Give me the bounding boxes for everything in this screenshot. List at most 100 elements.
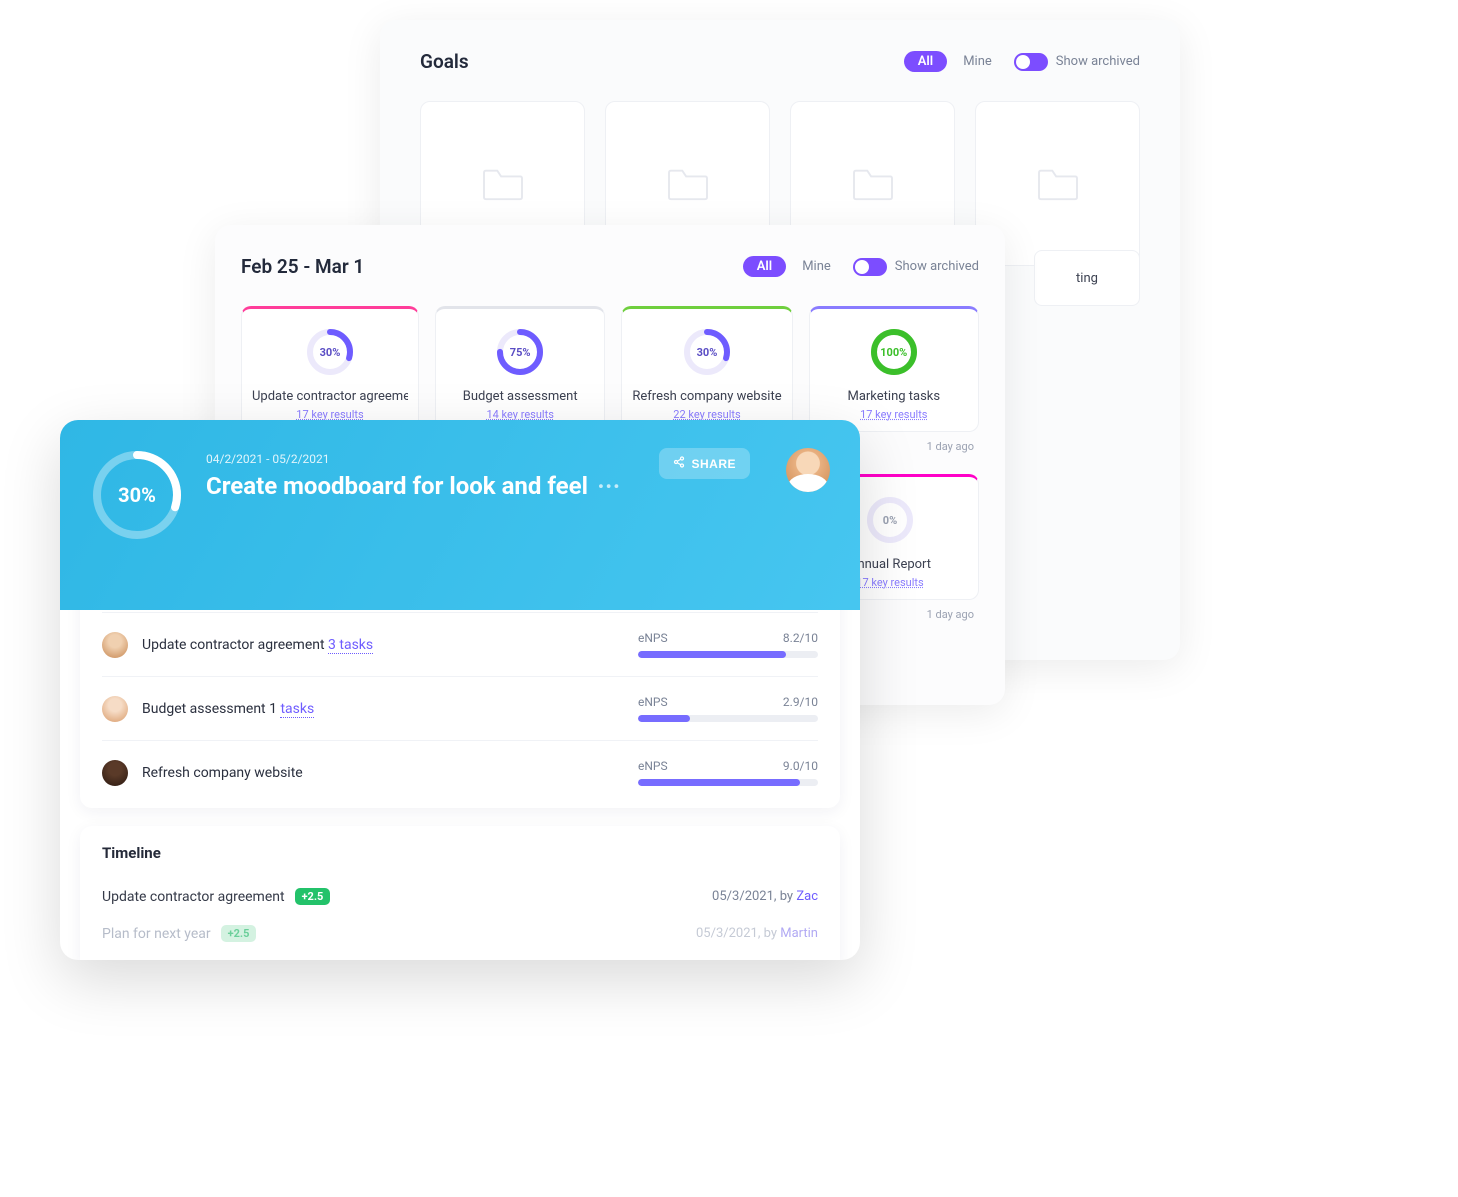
timeline-date: 05/3/2021, by — [696, 926, 777, 941]
target-label: Refresh company website — [142, 765, 624, 781]
progress-pct: 0% — [865, 495, 915, 545]
folder-icon — [665, 165, 711, 203]
tasks-link[interactable]: tasks — [280, 701, 314, 718]
partial-card: ting — [1034, 250, 1140, 306]
target-row: Budget assessment 1 tasks eNPS 2.9/10 — [102, 676, 818, 740]
metric: eNPS 2.9/10 — [638, 695, 818, 722]
change-badge: +2.5 — [221, 925, 257, 942]
timeline-label: Update contractor agreement — [102, 889, 285, 905]
tasks-link[interactable]: 3 tasks — [328, 637, 373, 654]
progress-bar — [638, 779, 818, 786]
goal-card[interactable]: 100% Marketing tasks 17 key results 1 da… — [809, 306, 979, 432]
goal-card[interactable]: 30% Update contractor agreemen 17 key re… — [241, 306, 419, 432]
show-archived-control: Show archived — [853, 258, 979, 276]
folder-icon — [850, 165, 896, 203]
progress-bar — [638, 651, 818, 658]
goal-row: 30% Update contractor agreemen 17 key re… — [241, 306, 979, 432]
metric-label: eNPS — [638, 759, 668, 773]
metric-label: eNPS — [638, 631, 668, 645]
show-archived-control: Show archived — [1014, 53, 1140, 71]
timeline-row: Plan for next year +2.5 05/3/2021, by Ma… — [102, 915, 818, 952]
target-label: Budget assessment 1 tasks — [142, 701, 624, 717]
timeline-right: 05/3/2021, by Zac — [712, 889, 818, 904]
progress-bar — [638, 715, 818, 722]
detail-dates: 04/2/2021 - 05/2/2021 — [206, 452, 637, 466]
detail-progress-pct: 30% — [90, 448, 184, 542]
assignee-avatar[interactable] — [102, 632, 128, 658]
metric-value: 9.0/10 — [783, 759, 818, 773]
target-label: Update contractor agreement 3 tasks — [142, 637, 624, 653]
metric-value: 8.2/10 — [783, 631, 818, 645]
filter-mine[interactable]: Mine — [796, 256, 837, 277]
timeline-label: Plan for next year — [102, 926, 211, 942]
filter-group: All Mine — [904, 51, 998, 72]
time-ago: 1 day ago — [927, 608, 974, 621]
metric-value: 2.9/10 — [783, 695, 818, 709]
goals-header-controls: All Mine Show archived — [904, 51, 1140, 72]
time-ago: 1 day ago — [927, 440, 974, 453]
timeline-title: Timeline — [102, 844, 818, 862]
filter-all[interactable]: All — [904, 51, 947, 72]
detail-title-text: Create moodboard for look and feel — [206, 472, 588, 500]
target-name: Update contractor agreement — [142, 637, 325, 653]
metric: eNPS 9.0/10 — [638, 759, 818, 786]
folder-icon — [480, 165, 526, 203]
progress-ring: 0% — [865, 495, 915, 545]
detail-title-col: 04/2/2021 - 05/2/2021 Create moodboard f… — [206, 448, 637, 500]
goal-name: Marketing tasks — [820, 389, 968, 404]
timeline-row: Update contractor agreement +2.5 05/3/20… — [102, 878, 818, 915]
metric-label: eNPS — [638, 695, 668, 709]
goal-name: Update contractor agreemen — [252, 389, 408, 404]
show-archived-toggle[interactable] — [1014, 53, 1048, 71]
share-button[interactable]: SHARE — [659, 448, 750, 479]
folder-icon — [1035, 165, 1081, 203]
progress-ring: 30% — [305, 327, 355, 377]
assignee-avatar[interactable] — [102, 696, 128, 722]
week-title: Feb 25 - Mar 1 — [241, 255, 364, 278]
progress-pct: 30% — [305, 327, 355, 377]
target-name: Budget assessment 1 — [142, 701, 277, 717]
progress-pct: 75% — [495, 327, 545, 377]
goals-header: Goals All Mine Show archived — [420, 50, 1140, 73]
detail-title: Create moodboard for look and feel ••• — [206, 472, 637, 500]
goal-name: Budget assessment — [446, 389, 594, 404]
share-icon — [673, 456, 685, 471]
timeline-author[interactable]: Zac — [796, 889, 818, 904]
filter-group: All Mine — [743, 256, 837, 277]
partial-card-label: ting — [1076, 271, 1098, 286]
week-header-controls: All Mine Show archived — [743, 256, 979, 277]
timeline-date: 05/3/2021, by — [712, 889, 793, 904]
progress-ring-large: 30% — [90, 448, 184, 542]
target-name: Refresh company website — [142, 765, 303, 781]
timeline-left: Update contractor agreement +2.5 — [102, 888, 330, 905]
target-row: Refresh company website eNPS 9.0/10 — [102, 740, 818, 804]
assignee-avatar[interactable] — [102, 760, 128, 786]
timeline-author[interactable]: Martin — [780, 926, 818, 941]
more-icon[interactable]: ••• — [598, 477, 621, 496]
owner-avatar[interactable] — [786, 448, 830, 492]
change-badge: +2.5 — [295, 888, 331, 905]
progress-pct: 30% — [682, 327, 732, 377]
progress-pct: 100% — [869, 327, 919, 377]
goal-card[interactable]: 75% Budget assessment 14 key results — [435, 306, 605, 432]
timeline-left: Plan for next year +2.5 — [102, 925, 256, 942]
show-archived-toggle[interactable] — [853, 258, 887, 276]
metric: eNPS 8.2/10 — [638, 631, 818, 658]
filter-all[interactable]: All — [743, 256, 786, 277]
goal-card[interactable]: 30% Refresh company website 22 key resul… — [621, 306, 792, 432]
goal-detail-panel: 30% 04/2/2021 - 05/2/2021 Create moodboa… — [60, 420, 860, 960]
show-archived-label: Show archived — [1056, 54, 1140, 69]
week-header: Feb 25 - Mar 1 All Mine Show archived — [241, 255, 979, 278]
share-label: SHARE — [691, 457, 736, 471]
target-row: Update contractor agreement 3 tasks eNPS… — [102, 612, 818, 676]
progress-ring: 100% — [869, 327, 919, 377]
progress-ring: 75% — [495, 327, 545, 377]
timeline-right: 05/3/2021, by Martin — [696, 926, 818, 941]
timeline-panel: Timeline Update contractor agreement +2.… — [80, 826, 840, 960]
show-archived-label: Show archived — [895, 259, 979, 274]
progress-ring: 30% — [682, 327, 732, 377]
filter-mine[interactable]: Mine — [957, 51, 998, 72]
detail-header: 30% 04/2/2021 - 05/2/2021 Create moodboa… — [60, 420, 860, 610]
goal-name: Refresh company website — [632, 389, 781, 404]
goals-title: Goals — [420, 50, 469, 73]
